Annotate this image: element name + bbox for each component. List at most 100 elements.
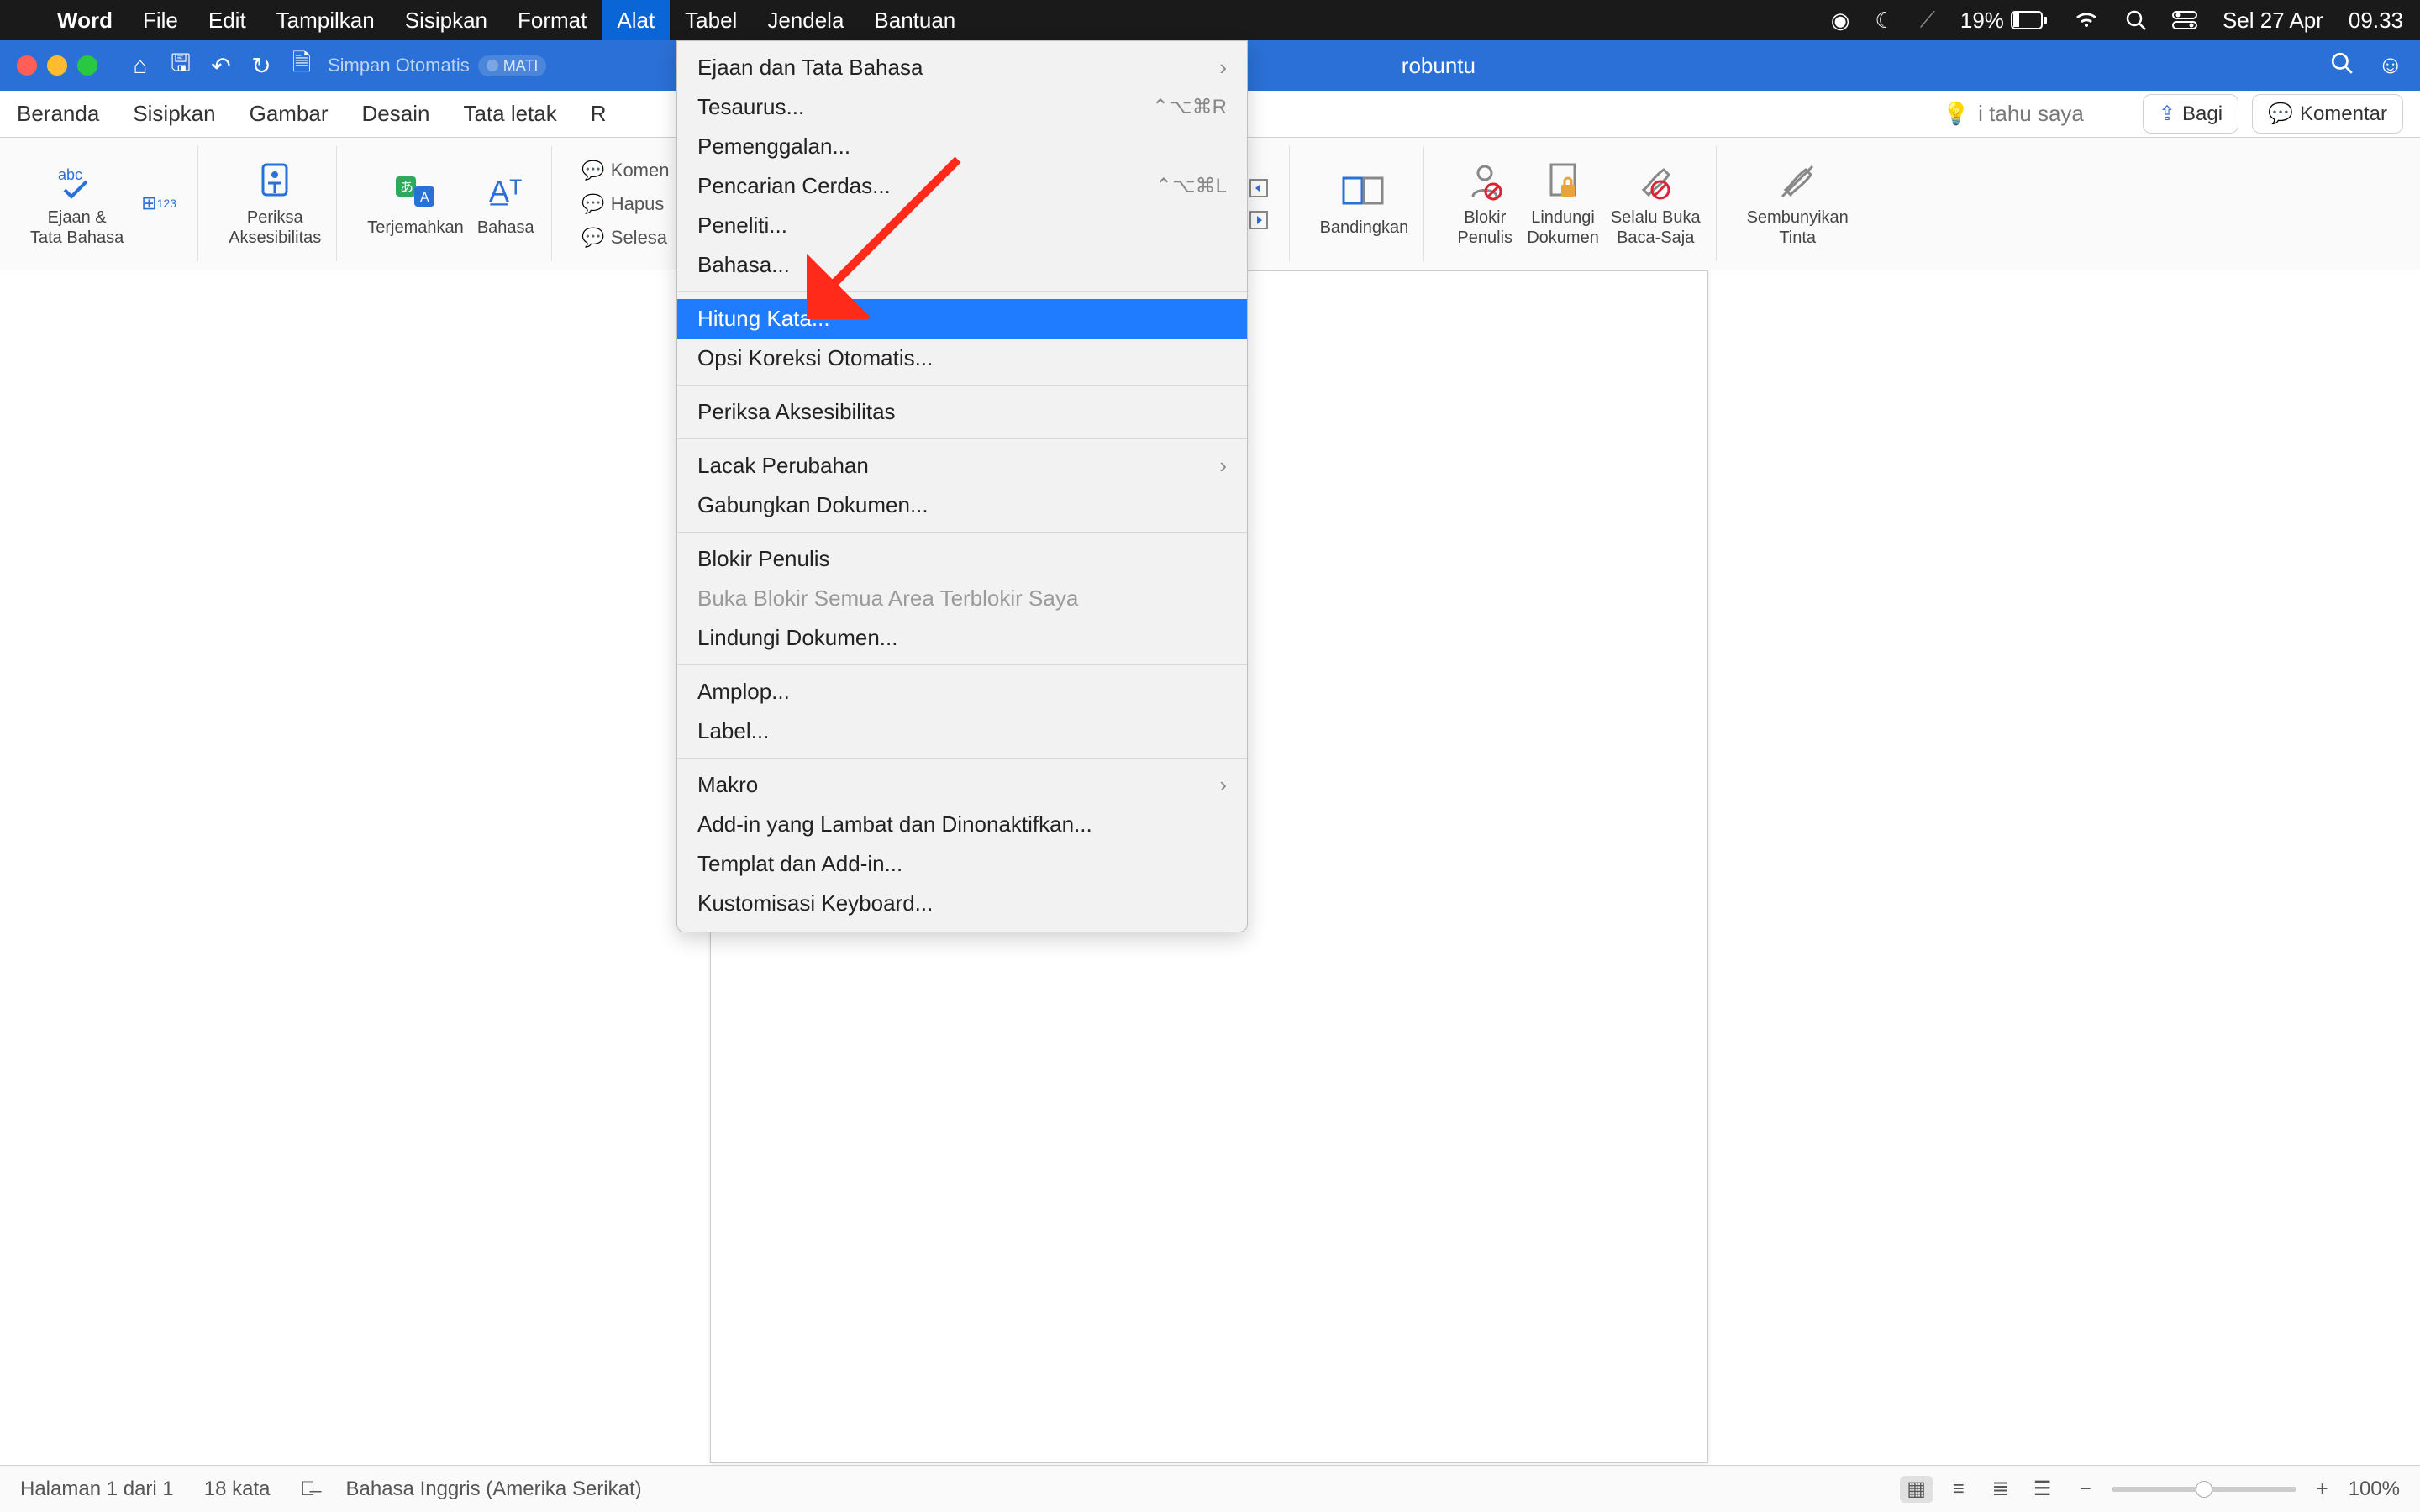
home-icon[interactable]: ⌂ <box>126 51 155 80</box>
view-focus-icon[interactable]: ▦ <box>1900 1476 1933 1503</box>
macos-menubar: Word File Edit Tampilkan Sisipkan Format… <box>0 0 2420 40</box>
tab-sisipkan[interactable]: Sisipkan <box>133 89 215 139</box>
new-comment-btn[interactable]: 💬Komen <box>582 160 670 181</box>
smiley-feedback-icon[interactable]: ☺ <box>2377 51 2403 80</box>
tab-partial[interactable]: R <box>591 89 607 139</box>
menu-lindungi-dokumen[interactable]: Lindungi Dokumen... <box>677 618 1247 658</box>
search-document-icon[interactable] <box>2330 51 2354 80</box>
hide-ink-button[interactable]: Sembunyikan Tinta <box>1747 160 1849 248</box>
view-web-icon[interactable]: ≣ <box>1984 1476 2018 1503</box>
spotlight-icon[interactable] <box>2125 9 2147 31</box>
language-icon: A̲ᵀ <box>482 171 529 213</box>
window-controls[interactable] <box>17 55 97 76</box>
menu-tampilkan[interactable]: Tampilkan <box>261 0 390 40</box>
compare-button[interactable]: Bandingkan <box>1320 171 1409 238</box>
control-center-icon[interactable] <box>2172 11 2197 29</box>
menu-bantuan[interactable]: Bantuan <box>859 0 971 40</box>
undo-icon[interactable]: ↶ <box>207 51 235 80</box>
next-change-btn[interactable] <box>1247 208 1274 232</box>
comment-resolve-icon: 💬 <box>582 227 604 249</box>
status-bar: Halaman 1 dari 1 18 kata 🗎̶ Bahasa Inggr… <box>0 1465 2420 1512</box>
apple-menu[interactable] <box>17 0 42 40</box>
check-abc-icon: abc <box>54 160 101 202</box>
status-page[interactable]: Halaman 1 dari 1 <box>20 1478 174 1501</box>
protect-doc-button[interactable]: Lindungi Dokumen <box>1527 160 1599 248</box>
menu-peneliti[interactable]: Peneliti... <box>677 206 1247 245</box>
zoom-in[interactable]: + <box>2317 1478 2328 1501</box>
status-proofing-icon[interactable]: 🗎̶ <box>301 1478 316 1501</box>
spelling-grammar-button[interactable]: abc Ejaan & Tata Bahasa <box>30 160 124 248</box>
translate-button[interactable]: あA Terjemahkan <box>367 171 464 238</box>
chevron-right-icon: › <box>1219 772 1227 798</box>
tab-tataletak[interactable]: Tata letak <box>463 89 556 139</box>
airdrop-icon[interactable]: ⟋ <box>1920 7 1935 34</box>
record-icon[interactable]: ◉ <box>1831 8 1850 34</box>
close-window[interactable] <box>17 55 37 76</box>
menu-amplop[interactable]: Amplop... <box>677 672 1247 711</box>
chevron-right-icon: › <box>1219 55 1227 81</box>
tell-me[interactable]: 💡 i tahu saya <box>1943 101 2084 127</box>
tab-desain[interactable]: Desain <box>362 89 430 139</box>
accessibility-check-button[interactable]: Periksa Aksesibilitas <box>229 160 321 248</box>
share-button[interactable]: ⇪ Bagi <box>2143 94 2238 134</box>
menu-gabungkan-dokumen[interactable]: Gabungkan Dokumen... <box>677 486 1247 525</box>
doc-icon[interactable]: 🗎 <box>287 51 316 80</box>
menu-tesaurus[interactable]: Tesaurus...⌃⌥⌘R <box>677 87 1247 127</box>
menu-pencarian-cerdas[interactable]: Pencarian Cerdas...⌃⌥⌘L <box>677 166 1247 206</box>
view-print-icon[interactable]: ≡ <box>1942 1476 1975 1503</box>
resolve-comment-btn[interactable]: 💬Selesa <box>582 227 667 249</box>
battery-status[interactable]: 19% <box>1960 8 2048 34</box>
zoom-out[interactable]: − <box>2080 1478 2091 1501</box>
delete-comment-btn[interactable]: 💬Hapus <box>582 193 665 215</box>
status-word-count[interactable]: 18 kata <box>204 1478 271 1501</box>
menubar-date[interactable]: Sel 27 Apr <box>2223 8 2323 34</box>
prev-change-btn[interactable] <box>1247 176 1274 200</box>
app-name[interactable]: Word <box>42 0 128 40</box>
menu-ejaan-tatabahasa[interactable]: Ejaan dan Tata Bahasa› <box>677 48 1247 87</box>
menu-bahasa[interactable]: Bahasa... <box>677 245 1247 285</box>
menu-addin-lambat[interactable]: Add-in yang Lambat dan Dinonaktifkan... <box>677 805 1247 844</box>
chevron-right-icon: › <box>1219 453 1227 479</box>
readonly-button[interactable]: Selalu Buka Baca-Saja <box>1611 160 1701 248</box>
menubar-time[interactable]: 09.33 <box>2349 8 2403 34</box>
wifi-icon[interactable] <box>2073 10 2100 30</box>
menu-edit[interactable]: Edit <box>193 0 261 40</box>
menu-pemenggalan[interactable]: Pemenggalan... <box>677 127 1247 166</box>
comment-icon: 💬 <box>2268 102 2293 126</box>
status-language[interactable]: Bahasa Inggris (Amerika Serikat) <box>346 1478 642 1501</box>
accessibility-icon <box>251 160 298 202</box>
view-mode-toggle[interactable]: ▦ ≡ ≣ ☰ <box>1900 1476 2060 1503</box>
save-icon[interactable]: 🖫 <box>166 51 195 80</box>
view-outline-icon[interactable]: ☰ <box>2026 1476 2060 1503</box>
redo-icon[interactable]: ↻ <box>247 51 276 80</box>
menu-templat-addin[interactable]: Templat dan Add-in... <box>677 844 1247 884</box>
fullscreen-window[interactable] <box>77 55 97 76</box>
block-authors-button[interactable]: Blokir Penulis <box>1455 160 1515 248</box>
menu-koreksi-otomatis[interactable]: Opsi Koreksi Otomatis... <box>677 339 1247 378</box>
tab-gambar[interactable]: Gambar <box>250 89 329 139</box>
menu-hitung-kata[interactable]: Hitung Kata... <box>677 299 1247 339</box>
comments-button[interactable]: 💬 Komentar <box>2252 94 2403 134</box>
menu-alat[interactable]: Alat <box>602 0 670 40</box>
tab-beranda[interactable]: Beranda <box>17 89 99 139</box>
menu-file[interactable]: File <box>128 0 193 40</box>
menu-kustomisasi-keyboard[interactable]: Kustomisasi Keyboard... <box>677 884 1247 923</box>
count-123-button[interactable]: ⊞123 <box>135 183 182 225</box>
moon-icon[interactable]: ☾ <box>1875 8 1894 34</box>
zoom-pct[interactable]: 100% <box>2349 1478 2400 1501</box>
language-button[interactable]: A̲ᵀ Bahasa <box>476 171 536 238</box>
readonly-icon <box>1632 160 1679 202</box>
menu-jendela[interactable]: Jendela <box>752 0 859 40</box>
zoom-slider[interactable] <box>2112 1487 2296 1492</box>
ink-icon <box>1774 160 1821 202</box>
minimize-window[interactable] <box>47 55 67 76</box>
menu-lacak-perubahan[interactable]: Lacak Perubahan› <box>677 446 1247 486</box>
menu-format[interactable]: Format <box>502 0 602 40</box>
menu-sisipkan[interactable]: Sisipkan <box>390 0 502 40</box>
menu-tabel[interactable]: Tabel <box>670 0 752 40</box>
autosave-toggle[interactable]: Simpan Otomatis MATI <box>328 55 546 76</box>
menu-periksa-aksesibilitas[interactable]: Periksa Aksesibilitas <box>677 392 1247 432</box>
menu-makro[interactable]: Makro› <box>677 765 1247 805</box>
menu-blokir-penulis[interactable]: Blokir Penulis <box>677 539 1247 579</box>
menu-label[interactable]: Label... <box>677 711 1247 751</box>
